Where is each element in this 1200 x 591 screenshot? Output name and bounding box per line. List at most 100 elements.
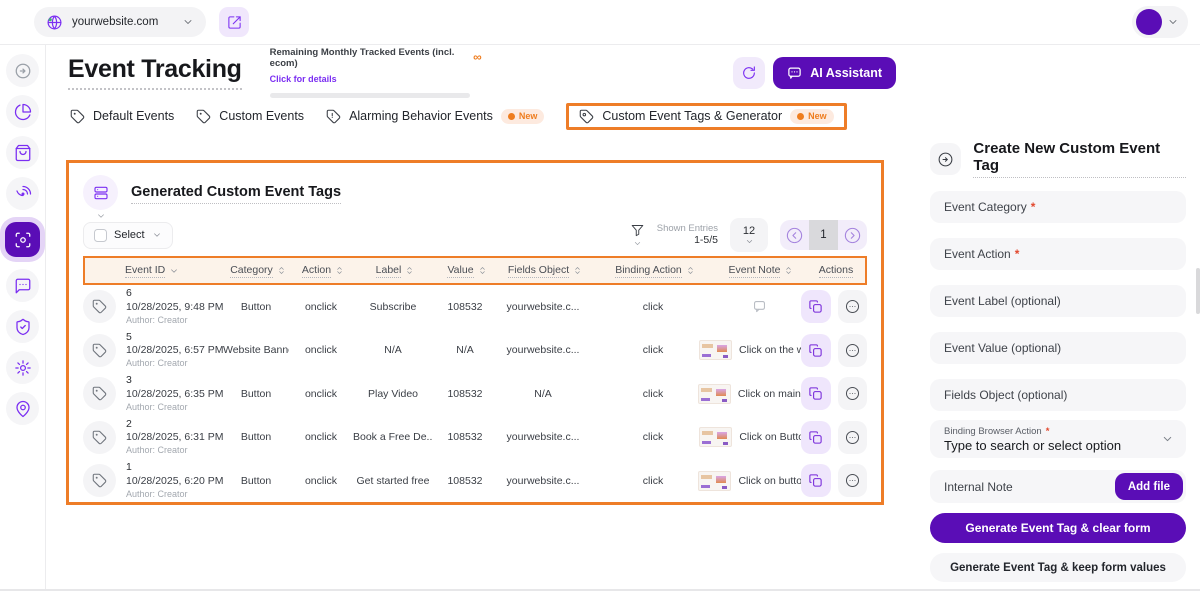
event-label-field[interactable]: Event Label (optional): [930, 285, 1186, 317]
select-all-checkbox[interactable]: [94, 229, 107, 242]
note-thumbnail[interactable]: [699, 427, 732, 447]
chevron-down-icon: [1161, 433, 1174, 446]
row-more-button[interactable]: [838, 377, 868, 410]
row-more-button[interactable]: [838, 421, 868, 454]
sidebar-item-radar[interactable]: [6, 177, 39, 210]
event-action-field[interactable]: Event Action*: [930, 238, 1186, 270]
action-cell: onclick: [289, 475, 353, 487]
badge-dot: [508, 113, 515, 120]
column-action[interactable]: Action: [291, 264, 355, 278]
sidebar-item-event-tracking[interactable]: [5, 222, 40, 257]
current-page[interactable]: 1: [809, 220, 838, 250]
row-more-button[interactable]: [838, 464, 868, 497]
page-scrollbar[interactable]: [1196, 268, 1200, 314]
select-label: Select: [114, 229, 145, 241]
event-id-cell: 6 10/28/2025, 9:48 PM Author: Creator: [83, 287, 223, 326]
shown-entries: Shown Entries 1-5/5: [657, 223, 718, 248]
event-id-cell: 1 10/28/2025, 6:20 PM Author: Creator: [83, 461, 223, 500]
table-row: 6 10/28/2025, 9:48 PM Author: Creator Bu…: [83, 285, 867, 329]
ai-assistant-button[interactable]: AI Assistant: [773, 57, 896, 89]
column-fields-object[interactable]: Fields Object: [499, 264, 591, 278]
event-note-cell: Click on the we...: [717, 340, 801, 360]
next-page-button[interactable]: [838, 220, 867, 250]
chat-bubble-icon: [787, 65, 802, 80]
filter-button[interactable]: [630, 223, 645, 248]
generate-keep-button[interactable]: Generate Event Tag & keep form values: [930, 553, 1186, 582]
column-event-id[interactable]: Event ID: [85, 264, 225, 278]
row-more-button[interactable]: [838, 290, 868, 323]
page-size-select[interactable]: 12: [730, 218, 768, 252]
row-more-button[interactable]: [838, 334, 868, 367]
label-cell: Book a Free De...: [353, 431, 433, 443]
tag-icon: [83, 464, 116, 497]
new-badge: New: [501, 109, 545, 124]
event-date: 10/28/2025, 6:35 PM: [126, 388, 224, 402]
copy-event-tag-button[interactable]: [801, 421, 831, 454]
sidebar: [0, 45, 46, 591]
copy-icon: [808, 473, 823, 488]
sidebar-item-messages[interactable]: [6, 269, 39, 302]
binding-browser-action-select[interactable]: Binding Browser Action* Type to search o…: [930, 420, 1186, 458]
column-actions: Actions: [803, 264, 869, 278]
event-author: Author: Creator: [126, 489, 224, 501]
copy-event-tag-button[interactable]: [801, 290, 831, 323]
copy-icon: [808, 386, 823, 401]
tag-icon: [83, 421, 116, 454]
value-cell: N/A: [433, 344, 497, 356]
tab-custom-events[interactable]: Custom Events: [196, 109, 304, 124]
fields-object-cell: N/A: [497, 388, 589, 400]
copy-event-tag-button[interactable]: [801, 464, 831, 497]
open-site-button[interactable]: [219, 7, 249, 37]
note-thumbnail[interactable]: [698, 471, 731, 491]
sidebar-item-security[interactable]: [6, 310, 39, 343]
actions-cell: [801, 421, 867, 454]
sidebar-item-analytics[interactable]: [6, 95, 39, 128]
add-file-button[interactable]: Add file: [1115, 473, 1183, 500]
panel-title: Create New Custom Event Tag: [973, 140, 1186, 178]
sidebar-item-settings[interactable]: [6, 351, 39, 384]
prev-page-button[interactable]: [780, 220, 809, 250]
copy-event-tag-button[interactable]: [801, 377, 831, 410]
remaining-events-label: Remaining Monthly Tracked Events (incl. …: [270, 47, 469, 70]
note-thumbnail[interactable]: [699, 340, 732, 360]
arrow-right-circle-icon: [843, 226, 862, 245]
copy-event-tag-button[interactable]: [801, 334, 831, 367]
tab-alarming-behavior-events[interactable]: Alarming Behavior Events New: [326, 109, 544, 124]
fields-object-field[interactable]: Fields Object (optional): [930, 379, 1186, 411]
column-label[interactable]: Label: [355, 264, 435, 278]
table-database-icon[interactable]: [83, 175, 118, 210]
external-link-icon: [227, 15, 242, 30]
sidebar-collapse-button[interactable]: [6, 54, 39, 87]
tab-label: Default Events: [93, 109, 174, 123]
column-binding-action[interactable]: Binding Action: [591, 264, 719, 278]
refresh-button[interactable]: [733, 57, 765, 89]
domain-selector[interactable]: yourwebsite.com: [34, 7, 206, 37]
generate-clear-button[interactable]: Generate Event Tag & clear form: [930, 513, 1186, 543]
tag-icon: [83, 334, 116, 367]
click-for-details-link[interactable]: Click for details: [270, 74, 337, 84]
sidebar-item-commerce[interactable]: [6, 136, 39, 169]
tab-custom-event-tags-generator[interactable]: Custom Event Tags & Generator New: [579, 109, 833, 124]
refresh-icon: [741, 65, 757, 81]
new-badge: New: [790, 109, 834, 124]
internal-note-field[interactable]: Internal Note Add file: [930, 470, 1186, 503]
tab-label: Custom Events: [219, 109, 304, 123]
column-value[interactable]: Value: [435, 264, 499, 278]
binding-action-cell: click: [589, 431, 717, 443]
event-category-field[interactable]: Event Category*: [930, 191, 1186, 223]
event-value-field[interactable]: Event Value (optional): [930, 332, 1186, 364]
column-category[interactable]: Category: [225, 264, 291, 278]
tag-alert-icon: [326, 109, 341, 124]
arrow-circle-icon: [14, 62, 32, 80]
tab-default-events[interactable]: Default Events: [70, 109, 174, 124]
label-cell: Get started free: [353, 475, 433, 487]
account-menu[interactable]: [1132, 6, 1188, 38]
note-icon[interactable]: [751, 298, 768, 315]
select-dropdown[interactable]: Select: [83, 222, 173, 249]
sidebar-item-locations[interactable]: [6, 392, 39, 425]
note-thumbnail[interactable]: [698, 384, 731, 404]
column-event-note[interactable]: Event Note: [719, 264, 803, 278]
panel-arrow-circle-icon[interactable]: [930, 143, 961, 175]
tag-generator-icon: [579, 109, 594, 124]
category-cell: Button: [223, 475, 289, 487]
